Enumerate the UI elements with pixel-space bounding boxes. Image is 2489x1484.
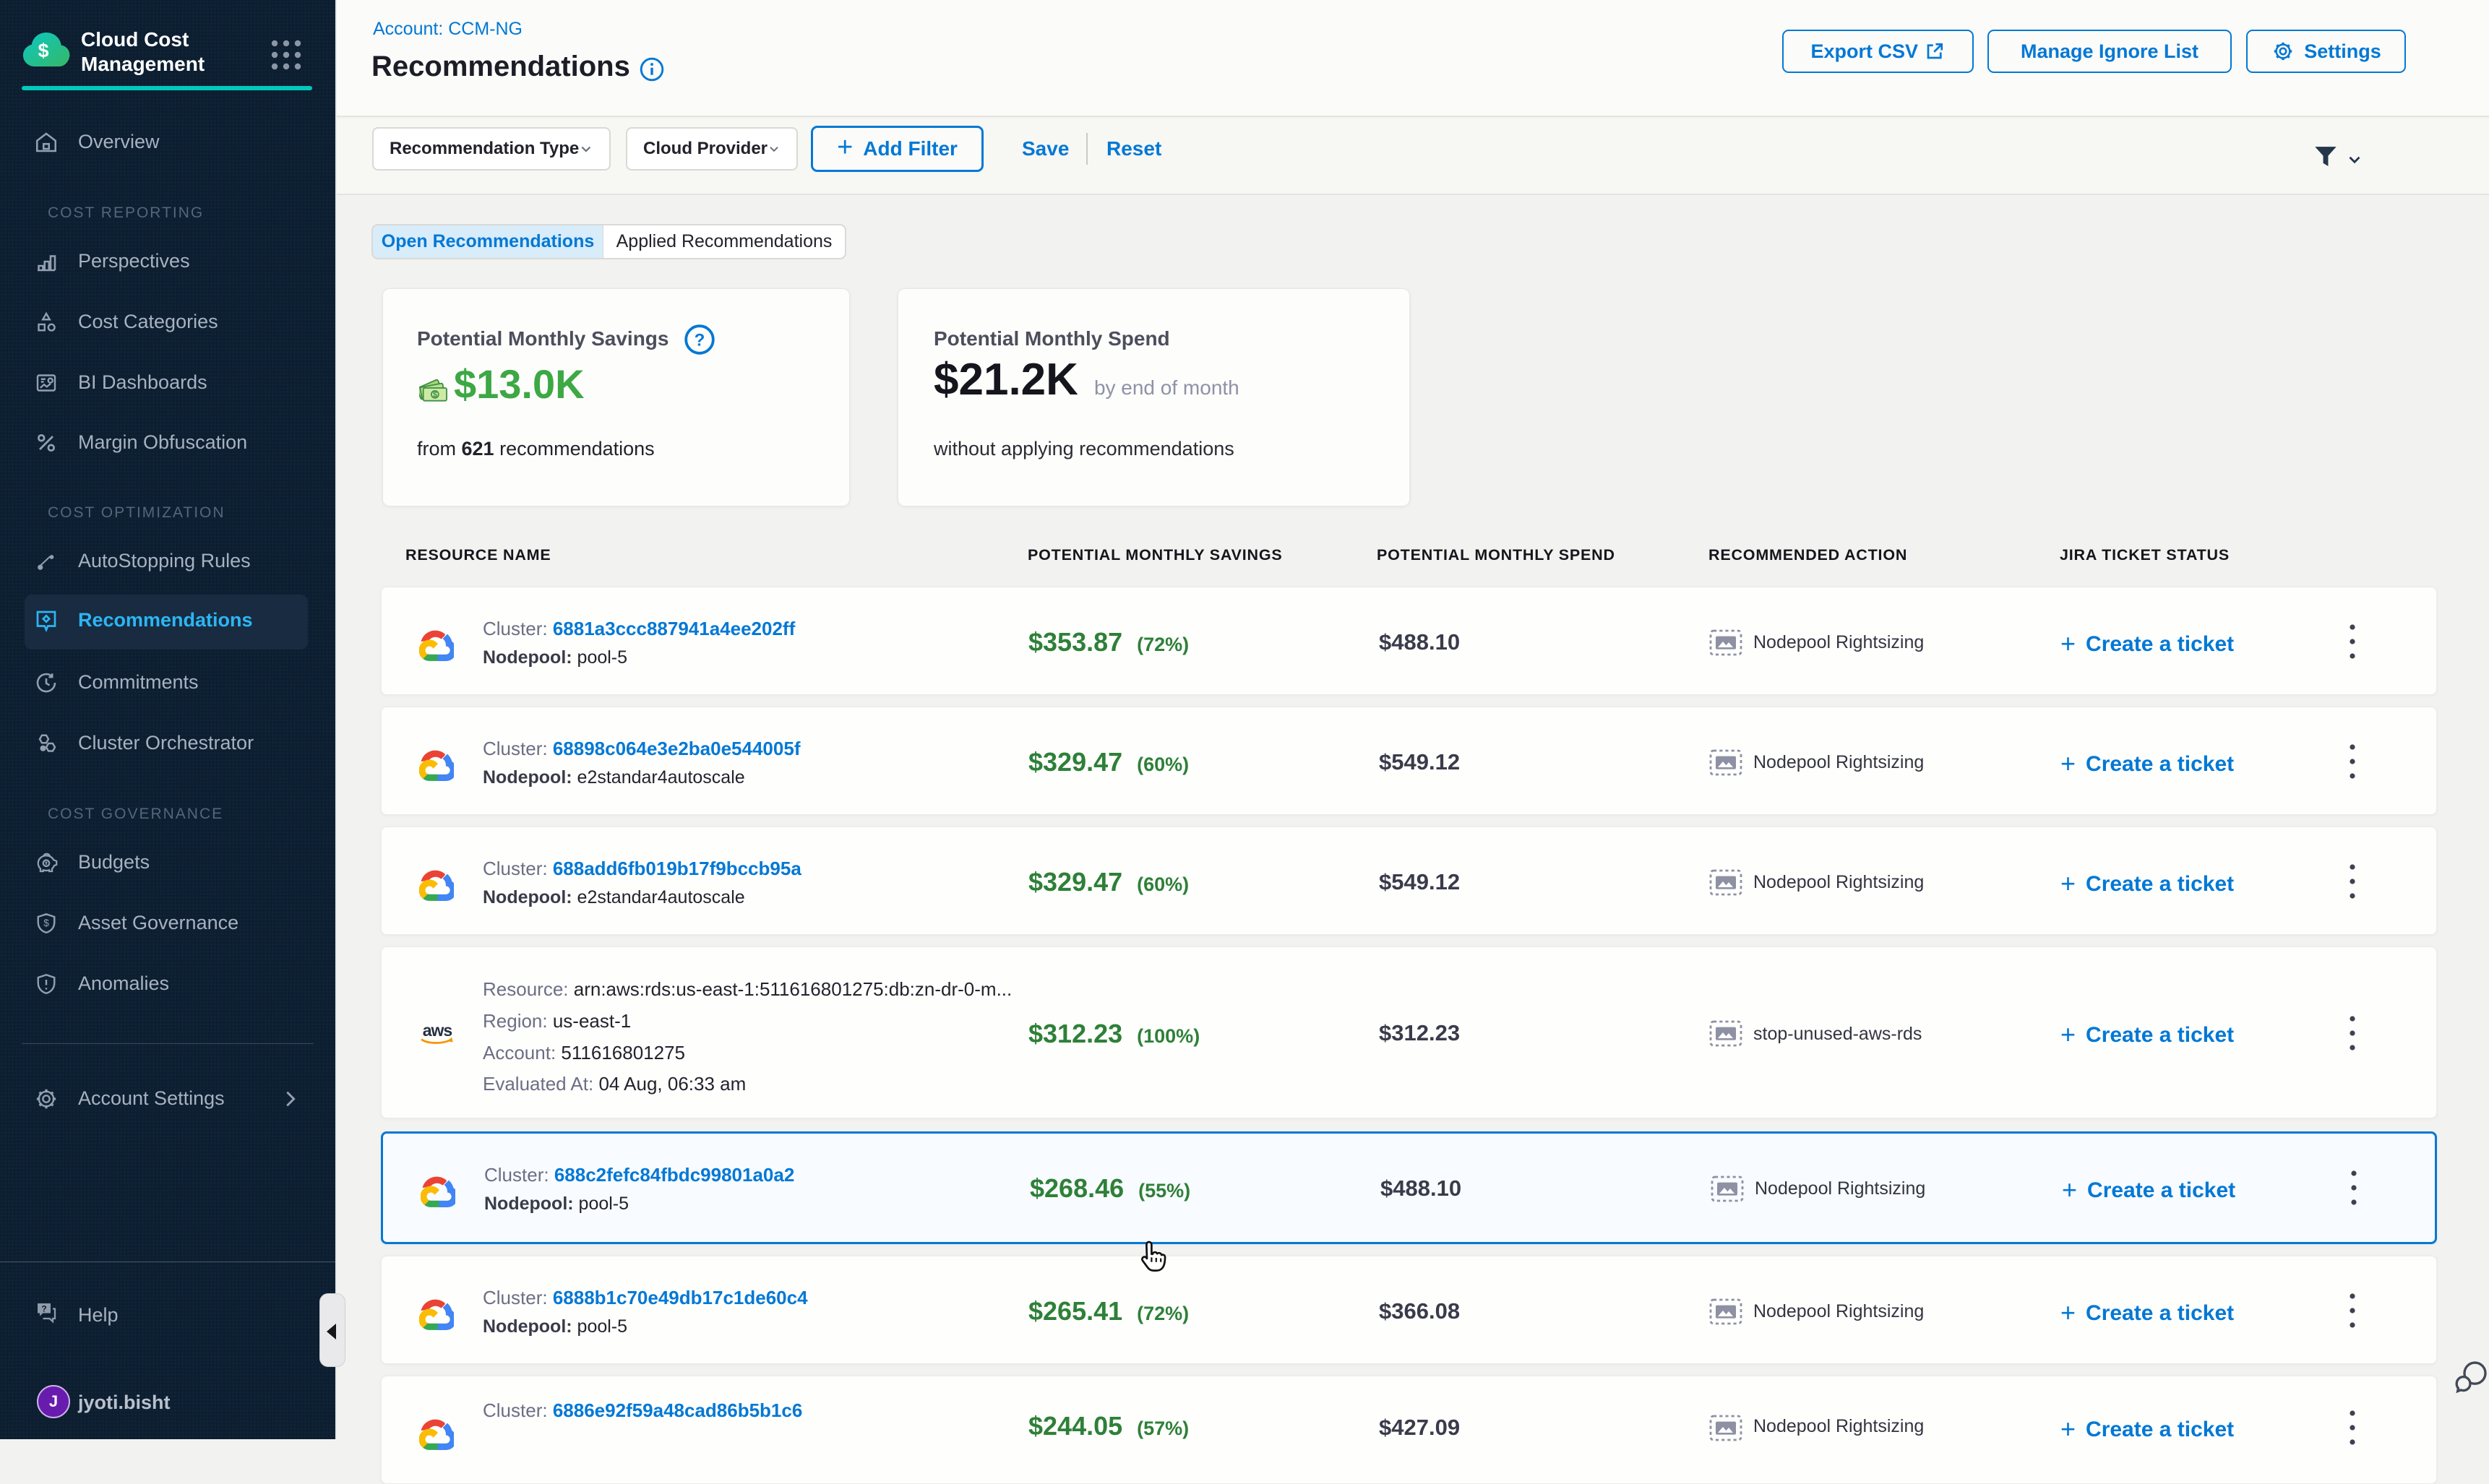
svg-text:$: $ <box>38 40 48 61</box>
svg-text:aws: aws <box>423 1021 452 1040</box>
svg-text:?: ? <box>41 1303 46 1313</box>
svg-text:$: $ <box>43 918 49 928</box>
svg-text:$: $ <box>433 391 437 400</box>
svg-text:?: ? <box>695 330 705 350</box>
